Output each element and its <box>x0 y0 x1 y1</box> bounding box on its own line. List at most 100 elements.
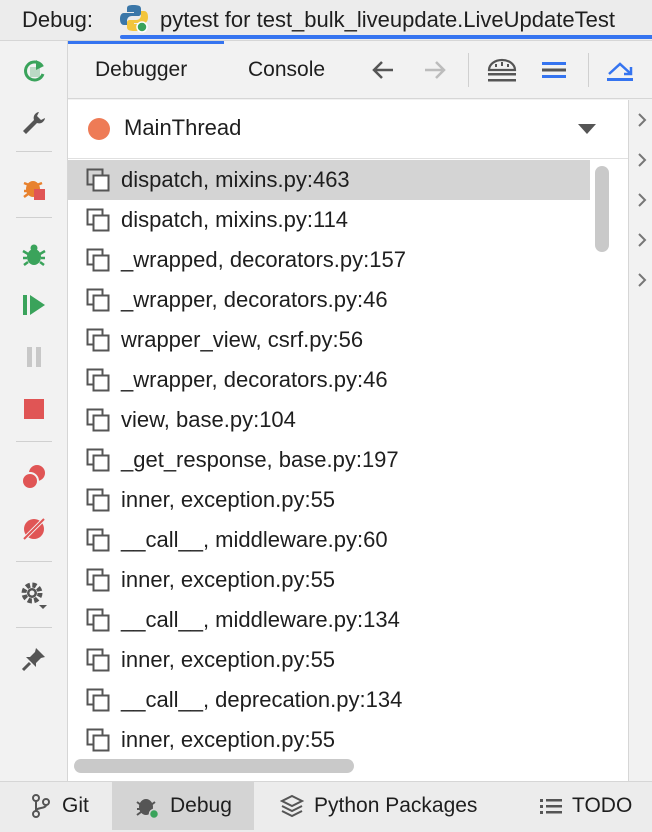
python-packages-tool-button[interactable]: Python Packages <box>280 782 477 830</box>
frame-label: __call__, middleware.py:60 <box>121 527 388 552</box>
run-config-tab-label: pytest for test_bulk_liveupdate.LiveUpda… <box>160 7 615 32</box>
stack-frame-icon <box>86 168 110 192</box>
frame-label: _wrapper, decorators.py:46 <box>121 287 388 312</box>
pin-icon <box>21 648 45 672</box>
resume-button[interactable] <box>14 285 54 325</box>
stack-frame-icon <box>86 368 110 392</box>
frame-row[interactable]: _wrapper, decorators.py:46 <box>68 280 590 320</box>
arrow-right-icon <box>425 61 446 79</box>
frames-panel: MainThread dispatch, mixins.py:463 dispat… <box>68 100 628 781</box>
todo-tool-button[interactable]: TODO <box>540 782 632 830</box>
stack-frame-icon <box>86 608 110 632</box>
tab-console[interactable]: Console <box>248 41 325 99</box>
pause-button[interactable] <box>14 337 54 377</box>
frame-row[interactable]: __call__, deprecation.py:134 <box>68 680 590 720</box>
frame-row[interactable]: inner, exception.py:55 <box>68 720 590 760</box>
attach-debugger-button[interactable] <box>14 167 54 207</box>
todo-tool-label: TODO <box>572 794 633 817</box>
pin-tab-button[interactable] <box>14 639 54 679</box>
forward-button[interactable] <box>415 50 455 90</box>
layout-settings-button[interactable] <box>482 50 522 90</box>
frame-label: _get_response, base.py:197 <box>121 447 399 472</box>
frame-row[interactable]: inner, exception.py:55 <box>68 480 590 520</box>
frame-label: inner, exception.py:55 <box>121 647 336 672</box>
layout-icon <box>487 58 517 82</box>
git-tool-label: Git <box>62 794 89 817</box>
chevron-right-icon[interactable] <box>635 190 649 210</box>
frame-row[interactable]: _wrapper, decorators.py:46 <box>68 360 590 400</box>
gear-icon <box>21 582 47 609</box>
frame-row[interactable]: view, base.py:104 <box>68 400 590 440</box>
thread-name: MainThread <box>124 115 242 140</box>
frame-label: __call__, middleware.py:134 <box>121 607 400 632</box>
variables-collapsed-strip <box>628 100 652 781</box>
stack-frame-icon <box>86 528 110 552</box>
tab-console-label: Console <box>248 58 326 81</box>
stop-button[interactable] <box>14 389 54 429</box>
list-icon <box>542 62 566 78</box>
step-over-icon <box>607 62 633 81</box>
chevron-right-icon[interactable] <box>635 150 649 170</box>
tab-debugger-underline <box>68 41 224 44</box>
bottom-tool-window-bar: Git Debug Python Packages TODO <box>0 781 652 832</box>
frame-label: inner, exception.py:55 <box>121 487 336 512</box>
git-branch-icon <box>32 794 50 818</box>
frame-row[interactable]: inner, exception.py:55 <box>68 560 590 600</box>
debug-button[interactable] <box>14 235 54 275</box>
stop-icon <box>24 399 44 419</box>
view-breakpoints-button[interactable] <box>14 457 54 497</box>
frames-view-button[interactable] <box>534 50 574 90</box>
thread-selector[interactable]: MainThread <box>68 100 628 158</box>
bug-stop-icon <box>23 181 45 200</box>
bug-icon <box>22 244 46 266</box>
frame-label: wrapper_view, csrf.py:56 <box>121 327 364 352</box>
python-packages-tool-label: Python Packages <box>314 794 478 817</box>
mute-breakpoints-button[interactable] <box>14 509 54 549</box>
thread-status-icon <box>88 118 110 140</box>
wrench-icon <box>23 112 45 134</box>
back-button[interactable] <box>363 50 403 90</box>
stack-frame-icon <box>86 408 110 432</box>
stack-frame-icon <box>86 328 110 352</box>
modify-config-button[interactable] <box>14 103 54 143</box>
chevron-right-icon[interactable] <box>635 230 649 250</box>
frame-label: dispatch, mixins.py:114 <box>121 207 349 232</box>
run-config-tab[interactable]: pytest for test_bulk_liveupdate.LiveUpda… <box>120 0 652 40</box>
step-over-button[interactable] <box>600 50 640 90</box>
debug-left-toolbar <box>0 41 68 781</box>
frame-row[interactable]: dispatch, mixins.py:114 <box>68 200 590 240</box>
active-tab-indicator <box>120 35 652 39</box>
chevron-down-icon[interactable] <box>578 124 596 134</box>
debug-tool-label: Debug <box>170 794 232 817</box>
python-test-icon <box>120 3 148 38</box>
frame-label: dispatch, mixins.py:463 <box>121 167 350 192</box>
frame-row[interactable]: wrapper_view, csrf.py:56 <box>68 320 590 360</box>
stack-frame-icon <box>86 248 110 272</box>
stack-frame-icon <box>86 448 110 472</box>
stack-frame-icon <box>86 208 110 232</box>
chevron-right-icon[interactable] <box>635 270 649 290</box>
frame-label: inner, exception.py:55 <box>121 567 336 592</box>
rerun-button[interactable] <box>14 51 54 91</box>
debug-tool-button[interactable]: Debug <box>112 782 254 830</box>
rerun-icon <box>24 60 45 82</box>
tab-debugger[interactable]: Debugger <box>95 41 187 99</box>
frame-row[interactable]: inner, exception.py:55 <box>68 640 590 680</box>
pause-icon <box>27 347 41 367</box>
frame-row[interactable]: _wrapped, decorators.py:157 <box>68 240 590 280</box>
git-tool-button[interactable]: Git <box>30 782 99 830</box>
settings-button[interactable] <box>14 575 54 615</box>
debug-bug-icon <box>136 799 160 819</box>
chevron-right-icon[interactable] <box>635 110 649 130</box>
stack-frame-icon <box>86 728 110 752</box>
stack-frame-icon <box>86 568 110 592</box>
frame-label: inner, exception.py:55 <box>121 727 336 752</box>
frame-row[interactable]: __call__, middleware.py:60 <box>68 520 590 560</box>
frame-row[interactable]: dispatch, mixins.py:463 <box>68 160 590 200</box>
mute-breakpoints-icon <box>22 517 46 541</box>
frame-row[interactable]: __call__, middleware.py:134 <box>68 600 590 640</box>
vertical-scrollbar[interactable] <box>595 166 609 252</box>
debug-window-label: Debug: <box>22 7 93 32</box>
horizontal-scrollbar[interactable] <box>74 759 354 773</box>
frame-row[interactable]: _get_response, base.py:197 <box>68 440 590 480</box>
